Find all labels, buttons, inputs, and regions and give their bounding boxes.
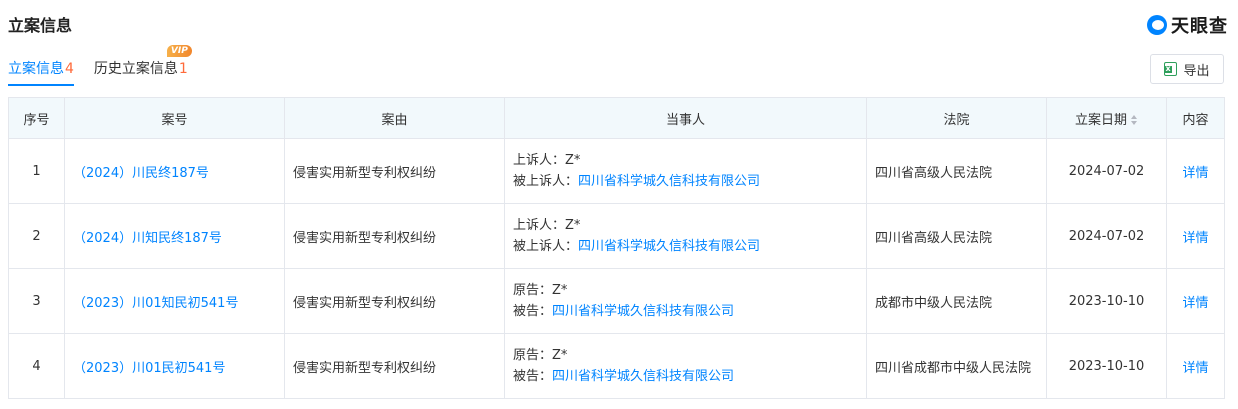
tab-case-info-count: 4 [65, 61, 74, 77]
case-number-link[interactable]: （2024）川民终187号 [64, 138, 285, 204]
detail-link[interactable]: 详情 [1166, 333, 1225, 399]
table-row: 3 （2023）川01知民初541号 侵害实用新型专利权纠纷 原告：Z* 被告：… [8, 268, 1225, 334]
case-cause: 侵害实用新型专利权纠纷 [284, 138, 505, 204]
brand-logo[interactable]: 天眼查 [1147, 12, 1228, 38]
table-row: 2 （2024）川知民终187号 侵害实用新型专利权纠纷 上诉人：Z* 被上诉人… [8, 203, 1225, 269]
header-court: 法院 [866, 97, 1047, 139]
case-parties: 上诉人：Z* 被上诉人：四川省科学城久信科技有限公司 [504, 203, 867, 269]
case-court: 四川省高级人民法院 [866, 203, 1047, 269]
case-cause: 侵害实用新型专利权纠纷 [284, 268, 505, 334]
header-cause: 案由 [284, 97, 505, 139]
row-index: 3 [8, 268, 65, 334]
case-court: 四川省高级人民法院 [866, 138, 1047, 204]
detail-link[interactable]: 详情 [1166, 138, 1225, 204]
header-parties: 当事人 [504, 97, 867, 139]
brand-name: 天眼查 [1171, 16, 1228, 37]
case-parties: 原告：Z* 被告：四川省科学城久信科技有限公司 [504, 268, 867, 334]
case-date: 2023-10-10 [1046, 268, 1167, 334]
case-table: 序号 案号 案由 当事人 法院 立案日期 内容 1 （2024）川民终187号 … [8, 97, 1225, 399]
case-cause: 侵害实用新型专利权纠纷 [284, 333, 505, 399]
row-index: 1 [8, 138, 65, 204]
tab-bar: 立案信息4 历史立案信息1 VIP [8, 45, 192, 86]
party-role: 被告： [513, 369, 553, 384]
header-date[interactable]: 立案日期 [1046, 97, 1167, 139]
vip-badge: VIP [166, 45, 192, 57]
case-parties: 原告：Z* 被告：四川省科学城久信科技有限公司 [504, 333, 867, 399]
case-number-link[interactable]: （2023）川01知民初541号 [64, 268, 285, 334]
detail-link[interactable]: 详情 [1166, 268, 1225, 334]
row-index: 2 [8, 203, 65, 269]
header-case-no: 案号 [64, 97, 285, 139]
party-company-link[interactable]: 四川省科学城久信科技有限公司 [578, 239, 760, 254]
party-name: Z* [565, 153, 581, 168]
table-row: 4 （2023）川01民初541号 侵害实用新型专利权纠纷 原告：Z* 被告：四… [8, 333, 1225, 399]
party-role: 被上诉人： [513, 174, 579, 189]
case-court: 成都市中级人民法院 [866, 268, 1047, 334]
tab-history-case-info-label: 历史立案信息 [93, 61, 178, 77]
tab-history-case-info-count: 1 [178, 61, 188, 77]
party-role: 上诉人： [513, 218, 566, 233]
row-index: 4 [8, 333, 65, 399]
case-date: 2024-07-02 [1046, 138, 1167, 204]
header-index: 序号 [8, 97, 65, 139]
party-role: 被上诉人： [513, 239, 579, 254]
party-name: Z* [552, 348, 568, 363]
case-date: 2024-07-02 [1046, 203, 1167, 269]
table-row: 1 （2024）川民终187号 侵害实用新型专利权纠纷 上诉人：Z* 被上诉人：… [8, 138, 1225, 204]
party-role: 原告： [513, 348, 553, 363]
export-label: 导出 [1183, 63, 1210, 79]
party-company-link[interactable]: 四川省科学城久信科技有限公司 [552, 369, 734, 384]
header-detail: 内容 [1166, 97, 1225, 139]
header-date-label: 立案日期 [1074, 112, 1127, 128]
case-number-link[interactable]: （2024）川知民终187号 [64, 203, 285, 269]
tab-case-info-label: 立案信息 [8, 61, 64, 77]
excel-icon [1164, 62, 1178, 76]
tab-case-info[interactable]: 立案信息4 [8, 58, 74, 86]
tianyancha-logo-icon [1147, 15, 1167, 35]
sort-icon[interactable] [1130, 115, 1138, 125]
export-button[interactable]: 导出 [1150, 54, 1224, 84]
party-name: Z* [552, 283, 568, 298]
party-company-link[interactable]: 四川省科学城久信科技有限公司 [578, 174, 760, 189]
tab-history-case-info[interactable]: 历史立案信息1 VIP [93, 45, 192, 86]
case-date: 2023-10-10 [1046, 333, 1167, 399]
detail-link[interactable]: 详情 [1166, 203, 1225, 269]
party-company-link[interactable]: 四川省科学城久信科技有限公司 [552, 304, 734, 319]
party-name: Z* [565, 218, 581, 233]
party-role: 被告： [513, 304, 553, 319]
case-number-link[interactable]: （2023）川01民初541号 [64, 333, 285, 399]
case-court: 四川省成都市中级人民法院 [866, 333, 1047, 399]
party-role: 原告： [513, 283, 553, 298]
case-parties: 上诉人：Z* 被上诉人：四川省科学城久信科技有限公司 [504, 138, 867, 204]
page-title: 立案信息 [8, 16, 73, 35]
party-role: 上诉人： [513, 153, 566, 168]
table-header-row: 序号 案号 案由 当事人 法院 立案日期 内容 [8, 97, 1225, 139]
case-cause: 侵害实用新型专利权纠纷 [284, 203, 505, 269]
